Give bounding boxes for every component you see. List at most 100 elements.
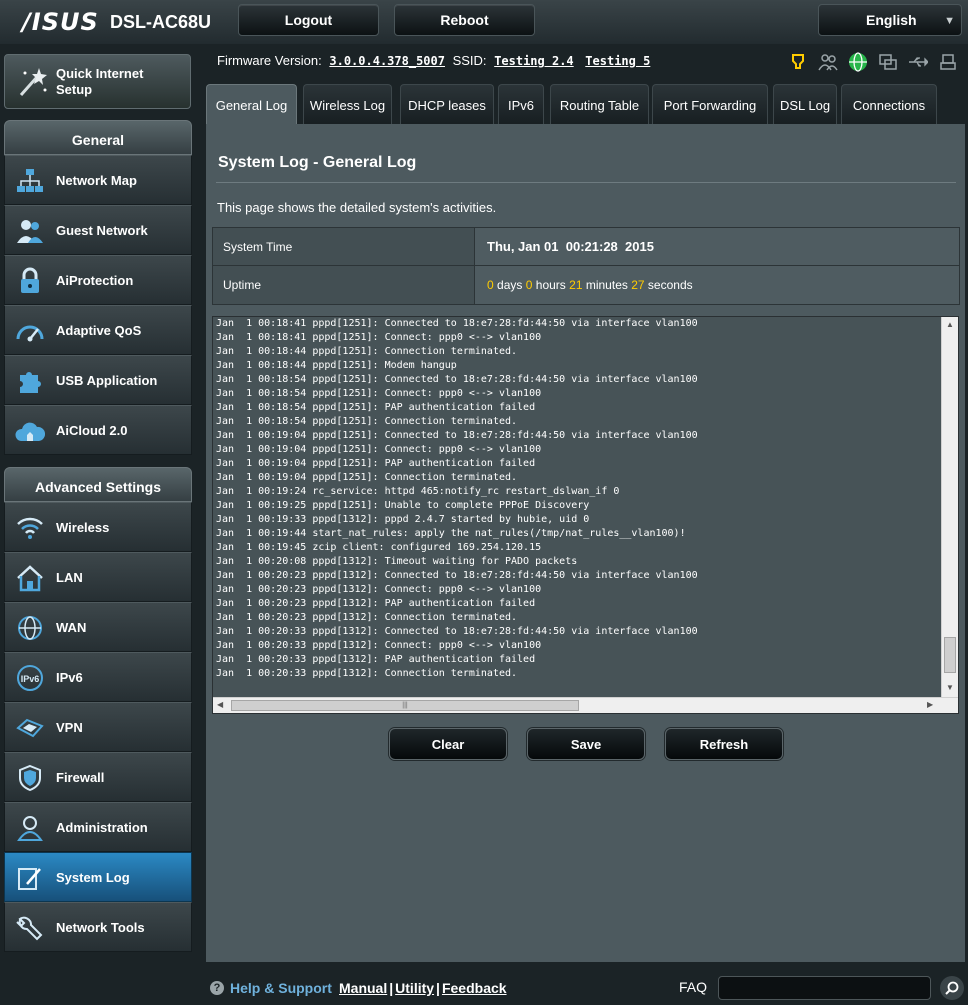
sidebar-item-guest-network[interactable]: Guest Network xyxy=(4,205,192,255)
shield-icon xyxy=(19,764,41,792)
ssid-link-5g[interactable]: Testing 5 xyxy=(585,54,650,68)
tab-routing-table[interactable]: Routing Table xyxy=(550,84,649,125)
log-line: Jan 1 00:18:41 pppd[1251]: Connected to … xyxy=(216,318,698,329)
log-line: Jan 1 00:20:33 pppd[1312]: Connected to … xyxy=(216,626,698,637)
sidebar-item-label: AiProtection xyxy=(56,273,134,288)
quick-internet-setup-button[interactable]: Quick Internet Setup xyxy=(4,54,191,109)
sidebar-item-aicloud[interactable]: AiCloud 2.0 xyxy=(4,405,192,455)
horizontal-scroll-thumb[interactable]: ||| xyxy=(231,700,579,711)
top-banner: /ISUS DSL-AC68U Logout Reboot English ▼ xyxy=(0,0,968,44)
puzzle-icon xyxy=(20,372,41,393)
sidebar-item-label: Network Tools xyxy=(56,920,145,935)
printer-icon[interactable] xyxy=(938,52,958,72)
sidebar-item-label: AiCloud 2.0 xyxy=(56,423,128,438)
log-line: Jan 1 00:19:45 zcip client: configured 1… xyxy=(216,542,542,553)
sidebar-item-label: IPv6 xyxy=(56,670,83,685)
gauge-icon xyxy=(16,325,44,342)
wrench-icon xyxy=(16,916,43,941)
save-button[interactable]: Save xyxy=(527,728,645,760)
log-line: Jan 1 00:20:23 pppd[1312]: Connection te… xyxy=(216,612,518,623)
chevron-down-icon: ▼ xyxy=(944,15,955,27)
language-select[interactable]: English ▼ xyxy=(818,4,962,36)
search-button[interactable] xyxy=(940,976,964,1000)
log-textarea[interactable]: Jan 1 00:18:41 pppd[1251]: Connected to … xyxy=(212,316,959,714)
sidebar-item-administration[interactable]: Administration xyxy=(4,802,192,852)
internet-status-icon[interactable] xyxy=(848,52,868,72)
clients-icon[interactable] xyxy=(818,52,838,72)
search-icon xyxy=(945,981,959,995)
sidebar-item-network-tools[interactable]: Network Tools xyxy=(4,902,192,952)
log-line: Jan 1 00:20:33 pppd[1312]: PAP authentic… xyxy=(216,654,536,665)
sidebar-item-network-map[interactable]: Network Map xyxy=(4,155,192,205)
logout-button[interactable]: Logout xyxy=(238,4,379,36)
scroll-down-icon[interactable]: ▼ xyxy=(946,683,954,692)
vertical-scrollbar[interactable]: ▲ ▼ xyxy=(941,317,958,697)
firmware-ssid-row: Firmware Version: 3.0.0.4.378_5007 SSID:… xyxy=(217,53,650,68)
admin-user-icon xyxy=(17,816,43,841)
uptime-seconds-unit: seconds xyxy=(647,278,693,292)
log-line: Jan 1 00:19:24 rc_service: httpd 465:not… xyxy=(216,486,620,497)
page-description: This page shows the detailed system's ac… xyxy=(217,200,497,215)
tab-connections[interactable]: Connections xyxy=(841,84,937,125)
footer: ? Help & Support Manual | Utility | Feedback… xyxy=(0,970,968,1005)
sidebar-item-label: Network Map xyxy=(56,173,137,188)
quick-setup-label-2: Setup xyxy=(56,82,93,97)
sidebar-item-wireless[interactable]: Wireless xyxy=(4,502,192,552)
feedback-link[interactable]: Feedback xyxy=(442,980,507,996)
reboot-button[interactable]: Reboot xyxy=(394,4,535,36)
sidebar-item-aiprotection[interactable]: AiProtection xyxy=(4,255,192,305)
help-icon: ? xyxy=(210,981,224,995)
tab-port-forwarding[interactable]: Port Forwarding xyxy=(652,84,768,125)
sidebar-item-label: USB Application xyxy=(56,373,158,388)
advanced-menu: Wireless LAN WAN IPv6 IPv6 VPN Firewall … xyxy=(4,502,192,952)
help-support-link[interactable]: ? Help & Support xyxy=(210,980,332,996)
sidebar-item-label: Wireless xyxy=(56,520,110,535)
light-bulb-icon[interactable] xyxy=(788,52,808,72)
horizontal-scrollbar[interactable]: ◀ ||| ▶ xyxy=(213,697,958,713)
faq-search-input[interactable] xyxy=(718,976,931,1000)
tab-ipv6[interactable]: IPv6 xyxy=(498,84,544,125)
usb-icon[interactable] xyxy=(908,52,928,72)
utility-link[interactable]: Utility xyxy=(395,980,434,996)
log-line: Jan 1 00:18:54 pppd[1251]: PAP authentic… xyxy=(216,402,536,413)
ipv6-icon: IPv6 xyxy=(17,665,43,691)
footer-links: Manual | Utility | Feedback xyxy=(339,980,507,996)
sidebar-item-lan[interactable]: LAN xyxy=(4,552,192,602)
model-name: DSL-AC68U xyxy=(110,12,212,32)
tab-dhcp-leases[interactable]: DHCP leases xyxy=(400,84,494,125)
sidebar-item-system-log[interactable]: System Log xyxy=(4,852,192,902)
tab-general-log[interactable]: General Log xyxy=(206,84,297,125)
sidebar-item-label: Guest Network xyxy=(56,223,148,238)
sidebar-item-usb-application[interactable]: USB Application xyxy=(4,355,192,405)
uptime-minutes: 21 xyxy=(569,278,583,292)
manual-link[interactable]: Manual xyxy=(339,980,387,996)
footer-separator: | xyxy=(389,980,394,996)
refresh-button[interactable]: Refresh xyxy=(665,728,783,760)
ssid-link-2g[interactable]: Testing 2.4 xyxy=(494,54,573,68)
scroll-up-icon[interactable]: ▲ xyxy=(946,320,954,329)
vertical-scroll-thumb[interactable] xyxy=(944,637,956,673)
sidebar-item-vpn[interactable]: VPN xyxy=(4,702,192,752)
sidebar-item-label: Administration xyxy=(56,820,148,835)
tab-wireless-log[interactable]: Wireless Log xyxy=(303,84,392,125)
sidebar-item-label: System Log xyxy=(56,870,130,885)
firmware-label: Firmware Version: xyxy=(217,53,322,68)
sidebar-item-firewall[interactable]: Firewall xyxy=(4,752,192,802)
sidebar-item-ipv6[interactable]: IPv6 IPv6 xyxy=(4,652,192,702)
main-panel: System Log - General Log This page shows… xyxy=(206,124,965,962)
uptime-row: Uptime 0 days 0 hours 21 minutes 27 seco… xyxy=(212,266,960,305)
scroll-left-icon[interactable]: ◀ xyxy=(217,700,223,709)
log-line: Jan 1 00:19:44 start_nat_rules: apply th… xyxy=(216,528,686,539)
tab-dsl-log[interactable]: DSL Log xyxy=(773,84,837,125)
home-icon xyxy=(17,565,43,592)
scroll-right-icon[interactable]: ▶ xyxy=(927,700,933,709)
log-line: Jan 1 00:18:54 pppd[1251]: Connection te… xyxy=(216,416,518,427)
sidebar-item-wan[interactable]: WAN xyxy=(4,602,192,652)
clear-button[interactable]: Clear xyxy=(389,728,507,760)
sidebar-item-adaptive-qos[interactable]: Adaptive QoS xyxy=(4,305,192,355)
log-line: Jan 1 00:20:33 pppd[1312]: Connection te… xyxy=(216,668,518,679)
firmware-version-link[interactable]: 3.0.0.4.378_5007 xyxy=(329,54,445,68)
dual-wan-icon[interactable] xyxy=(878,52,898,72)
log-content: Jan 1 00:18:41 pppd[1251]: Connected to … xyxy=(216,317,941,697)
uptime-label: Uptime xyxy=(213,266,475,304)
